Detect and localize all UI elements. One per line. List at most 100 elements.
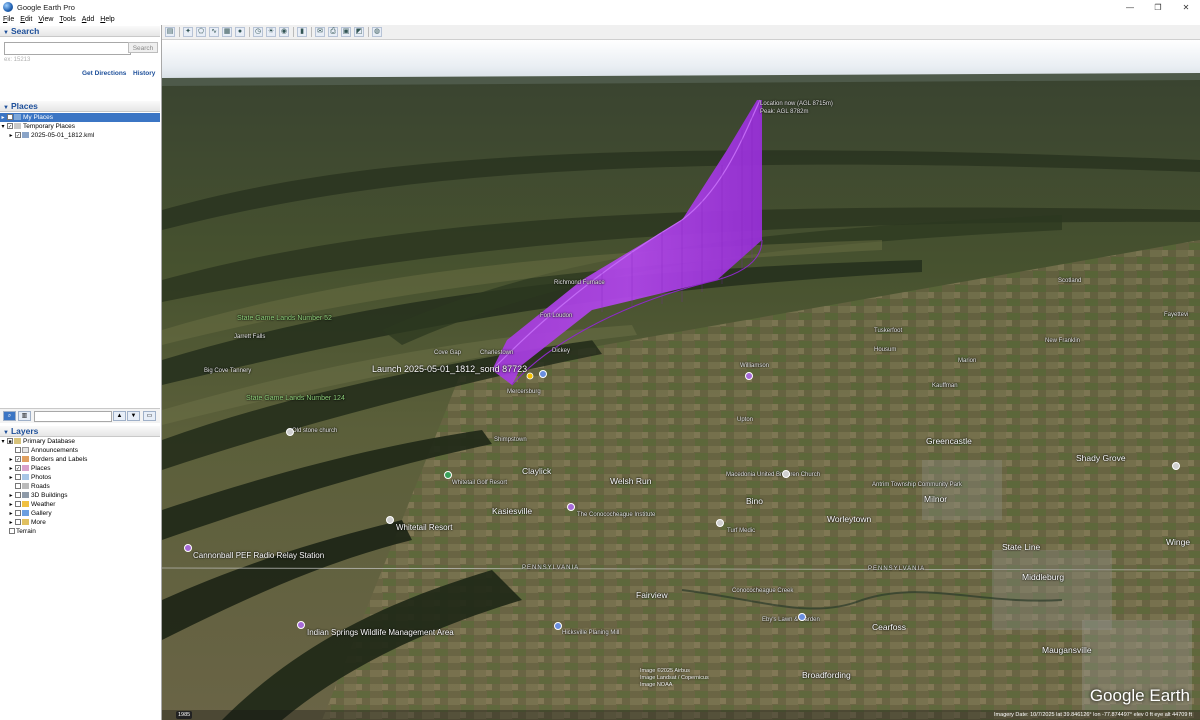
polygon-icon[interactable]: ⬠ <box>196 27 206 37</box>
poi-pin-icon[interactable] <box>745 372 753 380</box>
poi-pin-icon[interactable] <box>286 428 294 436</box>
poi-pin-icon[interactable] <box>716 519 724 527</box>
place-upton[interactable]: Upton <box>737 417 753 423</box>
place-whitetail-golf[interactable]: Whitetail Golf Resort <box>452 480 507 486</box>
sidebar-toggle-icon[interactable]: ▤ <box>165 27 175 37</box>
place-indian-springs[interactable]: Indian Springs Wildlife Management Area <box>307 628 454 637</box>
place-state-line[interactable]: State Line <box>1002 542 1040 552</box>
checkbox[interactable] <box>7 114 13 121</box>
place-state-game-lands-52[interactable]: State Game Lands Number 52 <box>237 315 332 322</box>
place-fort-loudon[interactable]: Fort Loudon <box>540 313 572 319</box>
place-milnor[interactable]: Milnor <box>924 494 947 504</box>
tree-item-temporary-places[interactable]: ▾ ✓ Temporary Places <box>0 122 75 131</box>
place-cannonball-station[interactable]: Cannonball PEF Radio Relay Station <box>193 551 324 560</box>
layer-roads[interactable]: Roads <box>14 482 50 491</box>
place-shady-grove[interactable]: Shady Grove <box>1076 453 1126 463</box>
search-panel-header[interactable]: ▼ Search <box>0 26 160 37</box>
checkbox[interactable] <box>15 519 21 526</box>
place-conococheague-institute[interactable]: The Conococheague Institute <box>577 512 655 518</box>
place-mercersburg[interactable]: Mercersburg <box>507 389 541 395</box>
poi-pin-icon[interactable] <box>1172 462 1180 470</box>
place-fairview[interactable]: Fairview <box>636 590 668 600</box>
place-richmond-furnace[interactable]: Richmond Furnace <box>554 280 605 286</box>
place-state-game-lands-124[interactable]: State Game Lands Number 124 <box>246 395 345 402</box>
layer-3d-buildings[interactable]: ▸ 3D Buildings <box>8 491 67 500</box>
layer-more[interactable]: ▸ More <box>8 518 45 527</box>
layer-places[interactable]: ▸ ✓ Places <box>8 464 50 473</box>
place-charlestown[interactable]: Charlestown <box>480 350 513 356</box>
historical-year-badge[interactable]: 1985 <box>176 711 193 719</box>
save-image-icon[interactable]: ▣ <box>341 27 351 37</box>
collapse-icon[interactable]: ▾ <box>0 123 6 132</box>
place-welsh-run[interactable]: Welsh Run <box>610 476 651 486</box>
checkbox[interactable] <box>9 528 15 535</box>
checkbox[interactable] <box>15 492 21 499</box>
layer-announcements[interactable]: Announcements <box>14 446 78 455</box>
place-broadfording[interactable]: Broadfording <box>802 670 851 680</box>
place-jarrett-falls[interactable]: Jarrett Falls <box>234 334 265 340</box>
layer-gallery[interactable]: ▸ Gallery <box>8 509 51 518</box>
place-worleytown[interactable]: Worleytown <box>827 514 871 524</box>
checkbox[interactable] <box>15 501 21 508</box>
globe-icon[interactable]: ◍ <box>372 27 382 37</box>
poi-pin-icon[interactable] <box>798 613 806 621</box>
move-up-icon[interactable]: ▲ <box>113 411 126 421</box>
collapse-icon[interactable]: ▾ <box>0 438 6 447</box>
checkbox[interactable] <box>15 510 21 517</box>
historical-imagery-icon[interactable]: ◷ <box>253 27 263 37</box>
place-hicksville-mill[interactable]: Hicksville Planing Mill <box>562 630 619 636</box>
poi-pin-icon[interactable] <box>554 622 562 630</box>
search-input[interactable] <box>4 42 131 55</box>
list-view-icon[interactable]: ▥ <box>18 411 31 421</box>
place-macedonia-church[interactable]: Macedonia United Brethren Church <box>726 472 820 478</box>
place-winge[interactable]: Winge <box>1166 537 1190 547</box>
place-antrim-park[interactable]: Antrim Township Community Park <box>872 482 962 488</box>
menu-add[interactable]: Add <box>82 16 94 23</box>
get-directions-link[interactable]: Get Directions <box>82 70 126 77</box>
tree-item-kml-file[interactable]: ▸ ✓ 2025-05-01_1812.kml <box>8 131 94 140</box>
place-tuskerfoot[interactable]: Tuskerfoot <box>874 328 902 334</box>
checkbox[interactable]: ✓ <box>7 123 13 130</box>
checkbox[interactable]: ✓ <box>15 132 21 139</box>
search-places-icon[interactable]: ⌕ <box>3 411 16 421</box>
checkbox[interactable]: ✓ <box>15 456 21 463</box>
checkbox[interactable]: ■ <box>7 438 13 445</box>
launch-label[interactable]: Launch 2025-05-01_1812_sond 87723 <box>372 364 527 374</box>
place-kauffman[interactable]: Kauffman <box>932 383 958 389</box>
image-overlay-icon[interactable]: ▦ <box>222 27 232 37</box>
poi-pin-icon[interactable] <box>444 471 452 479</box>
search-button[interactable]: Search <box>128 42 158 53</box>
layer-photos[interactable]: ▸ Photos <box>8 473 51 482</box>
menu-help[interactable]: Help <box>100 16 114 23</box>
layer-primary-database[interactable]: ▾ ■ Primary Database <box>0 437 75 446</box>
place-housum[interactable]: Housum <box>874 347 896 353</box>
poi-pin-icon[interactable] <box>539 370 547 378</box>
poi-pin-icon[interactable] <box>386 516 394 524</box>
menu-view[interactable]: View <box>38 16 53 23</box>
place-whitetail-resort[interactable]: Whitetail Resort <box>396 523 452 532</box>
print-icon[interactable]: ⎙ <box>328 27 338 37</box>
poi-pin-icon[interactable] <box>567 503 575 511</box>
close-button[interactable]: ✕ <box>1172 0 1200 14</box>
layer-terrain[interactable]: Terrain <box>8 527 36 536</box>
expand-icon[interactable]: ▸ <box>8 132 14 141</box>
places-panel-header[interactable]: ▼ Places <box>0 101 160 112</box>
email-icon[interactable]: ✉ <box>315 27 325 37</box>
place-dickey[interactable]: Dickey <box>552 348 570 354</box>
view-in-maps-icon[interactable]: ◩ <box>354 27 364 37</box>
balloon-location-label[interactable]: Location now (AGL 8715m) <box>760 101 833 107</box>
place-big-cove-tannery[interactable]: Big Cove Tannery <box>204 368 251 374</box>
place-fayetteville[interactable]: Fayettevi <box>1164 312 1188 318</box>
places-filter-input[interactable] <box>34 411 112 422</box>
checkbox[interactable]: ✓ <box>15 465 21 472</box>
layers-panel-header[interactable]: ▼ Layers <box>0 426 160 437</box>
new-folder-icon[interactable]: ▭ <box>143 411 156 421</box>
poi-pin-icon[interactable] <box>297 621 305 629</box>
menu-edit[interactable]: Edit <box>20 16 32 23</box>
menu-file[interactable]: File <box>3 16 14 23</box>
place-middleburg[interactable]: Middleburg <box>1022 572 1064 582</box>
planets-icon[interactable]: ◉ <box>279 27 289 37</box>
move-down-icon[interactable]: ▼ <box>127 411 140 421</box>
poi-pin-icon[interactable] <box>184 544 192 552</box>
place-shimpstown[interactable]: Shimpstown <box>494 437 527 443</box>
